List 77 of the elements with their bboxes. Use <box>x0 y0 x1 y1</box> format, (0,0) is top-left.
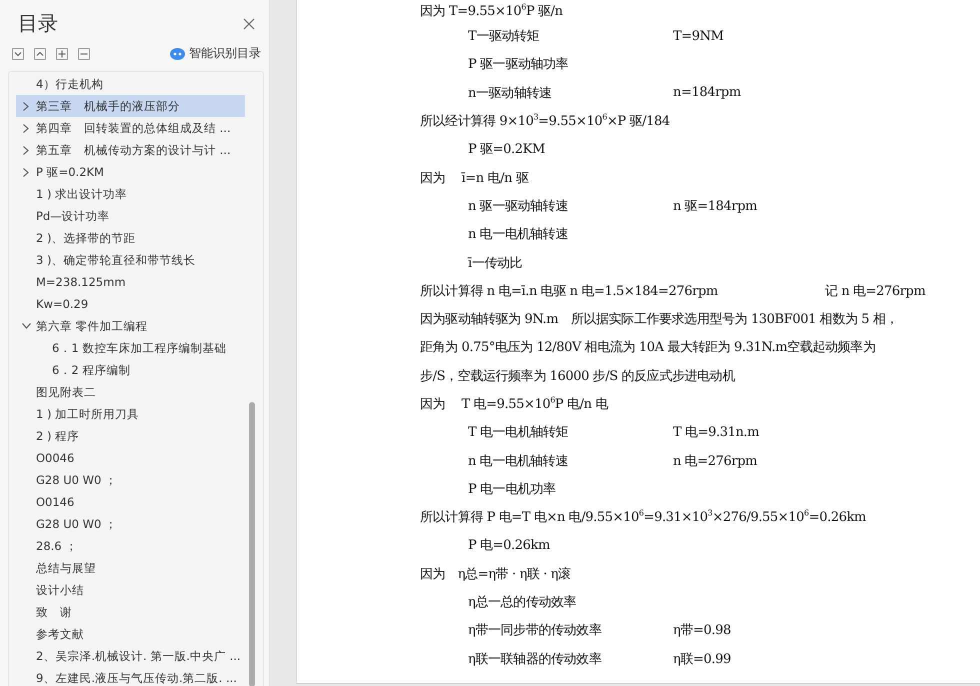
document-text: η带一同步带的传动效率 <box>468 622 602 640</box>
chevron-right-icon[interactable] <box>23 102 29 110</box>
document-text: 因为驱动轴转驱为 9N.m 所以据实际工作要求选用型号为 130BF001 相数为 5 相， <box>420 311 898 328</box>
document-text: 因为 ī=n 电/n 驱 <box>420 170 528 187</box>
outline-item[interactable]: 总结与展望 <box>16 557 245 579</box>
outline-item[interactable]: 第六章 零件加工编程 <box>16 315 245 337</box>
robot-icon <box>170 48 185 60</box>
document-text: T 电=9.31n.m <box>673 424 760 442</box>
document-text: T 电一电机轴转矩 <box>468 424 570 442</box>
close-icon[interactable] <box>243 18 255 30</box>
document-text: 所以计算得 P 电=T 电×n 电/9.55×10$^{6}$=9.31×10$^{3}$×276/9.55×10$^{6}$=0.26km <box>420 508 866 526</box>
outline-item[interactable]: 2 )、选择带的节距 <box>16 227 245 249</box>
document-text: 因为 η总=η带 · η联 · η滚 <box>420 566 571 583</box>
outline-item[interactable]: 28.6 ； <box>16 535 245 557</box>
outline-item[interactable]: 1 ) 加工时所用刀具 <box>16 403 245 425</box>
outline-item[interactable]: 6．1 数控车床加工程序编制基础 <box>16 337 245 359</box>
document-text: P 驱=0.2KM <box>468 141 545 158</box>
document-text: n一驱动轴转速 <box>468 84 553 102</box>
chevron-right-icon[interactable] <box>23 168 29 176</box>
document-text: η带=0.98 <box>673 622 731 640</box>
outline-item[interactable]: 设计小结 <box>16 579 245 601</box>
panel-title: 目录 <box>18 10 58 37</box>
chevron-right-icon[interactable] <box>23 146 29 154</box>
document-text: T=9NM <box>673 28 724 44</box>
outline-item[interactable]: 4）行走机构 <box>16 73 245 95</box>
chevron-right-icon[interactable] <box>23 124 29 132</box>
outline-item[interactable]: 2 ) 程序 <box>16 425 245 447</box>
scrollbar-thumb[interactable] <box>249 402 255 686</box>
outline-item[interactable]: 第三章 机械手的液压部分 <box>16 95 245 117</box>
collapse-all-button[interactable] <box>34 48 46 60</box>
outline-item[interactable]: 第五章 机械传动方案的设计与计 ... <box>16 139 245 161</box>
outline-item[interactable]: G28 U0 W0 ； <box>16 469 245 491</box>
document-text: 所以经计算得 9×10$^{3}$=9.55×10$^{6}$×P 驱/184 <box>420 112 670 130</box>
outline-item[interactable]: M=238.125mm <box>16 271 245 293</box>
document-text: 步/S，空载运行频率为 16000 步/S 的反应式步进电动机 <box>420 368 735 385</box>
document-text: n=184rpm <box>673 85 741 100</box>
document-text: P 电一电机功率 <box>468 480 556 498</box>
document-text: n 电一电机轴转速 <box>468 452 569 470</box>
document-text: ī一传动比 <box>468 254 522 272</box>
document-text: n 电一电机轴转速 <box>468 226 568 244</box>
document-text: n 驱=184rpm <box>673 198 758 215</box>
outline-item[interactable]: 6．2 程序编制 <box>16 359 245 381</box>
document-text: 因为 T 电=9.55×10$^{6}$P 电/n 电 <box>420 395 608 413</box>
outline-item[interactable]: 9、左建民.液压与气压传动.第二版. ... <box>16 667 245 686</box>
outline-item[interactable]: 第四章 回转装置的总体组成及结 ... <box>16 117 245 139</box>
outline-item[interactable]: 3 )、确定带轮直径和带节线长 <box>16 249 245 271</box>
document-text: T一驱动转矩 <box>468 28 540 46</box>
outline-item[interactable]: 致 谢 <box>16 601 245 623</box>
outline-item[interactable]: G28 U0 W0 ； <box>16 513 245 535</box>
outline-item[interactable]: 2、吴宗泽.机械设计. 第一版.中央广 ... <box>16 645 245 667</box>
smart-toc-link[interactable]: 智能识别目录 <box>189 45 261 62</box>
outline-item[interactable]: 1 ) 求出设计功率 <box>16 183 245 205</box>
plus-icon <box>58 50 66 58</box>
outline-item[interactable]: Kw=0.29 <box>16 293 245 315</box>
outline-item[interactable]: 参考文献 <box>16 623 245 645</box>
document-text: 记 n 电=276rpm <box>825 282 926 300</box>
document-text: n 电=276rpm <box>673 452 758 470</box>
chevron-down-icon <box>14 50 22 56</box>
chevron-down-icon[interactable] <box>22 323 30 329</box>
document-text: P 驱一驱动轴功率 <box>468 56 568 74</box>
add-button[interactable] <box>56 48 68 60</box>
document-text: 距角为 0.75°电压为 12/80V 相电流为 10A 最大转距为 9.31N.m空载起动频率为 <box>420 339 876 356</box>
outline-item[interactable]: Pd—设计功率 <box>16 205 245 227</box>
document-text: 所以计算得 n 电=ī.n 电驱 n 电=1.5×184=276rpm <box>420 282 719 300</box>
document-text: η联一联轴器的传动效率 <box>468 650 602 668</box>
outline-item[interactable]: P 驱=0.2KM <box>16 161 245 183</box>
document-text: η总一总的传动效率 <box>468 594 576 612</box>
outline-item[interactable]: 图见附表二 <box>16 381 245 403</box>
remove-button[interactable] <box>78 48 90 60</box>
document-text: 因为 T=9.55×10$^{6}$P 驱/n <box>420 2 563 20</box>
document-text: P 电=0.26km <box>468 537 550 554</box>
expand-all-button[interactable] <box>12 48 24 60</box>
chevron-up-icon <box>36 50 44 56</box>
outline-item[interactable]: O0146 <box>16 491 245 513</box>
document-text: η联=0.99 <box>673 650 731 668</box>
document-text: n 驱一驱动轴转速 <box>468 198 569 215</box>
outline-item[interactable]: O0046 <box>16 447 245 469</box>
